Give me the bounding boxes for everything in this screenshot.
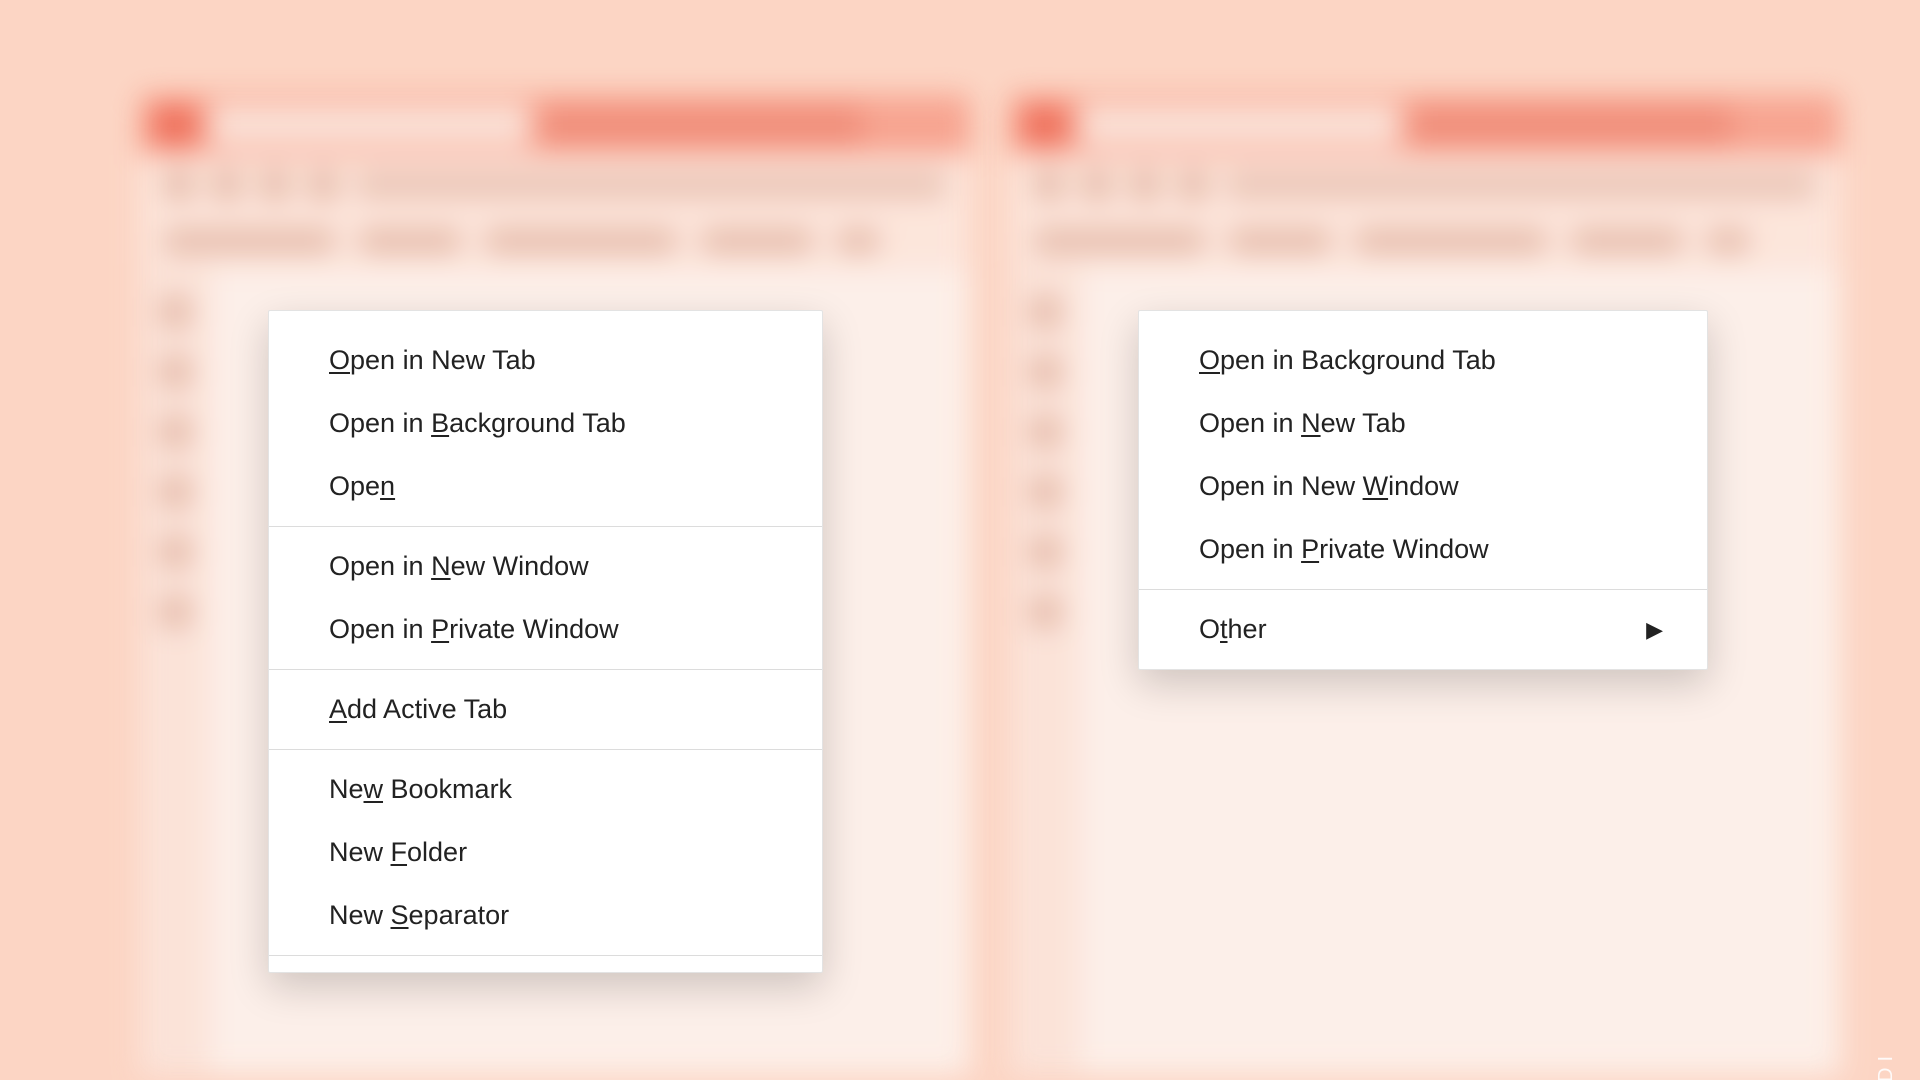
bookmark-item xyxy=(702,230,812,252)
bookmark-item xyxy=(1034,230,1204,252)
bookmarks-bar xyxy=(1010,215,1840,267)
tab xyxy=(1080,105,1400,145)
bookmark-item xyxy=(1356,230,1546,252)
menu-item-open-new-window[interactable]: Open in New Window xyxy=(269,535,822,598)
panel-history-icon xyxy=(1030,417,1060,447)
menu-item-open-background-tab[interactable]: Open in Background Tab xyxy=(1139,329,1707,392)
bookmark-item xyxy=(1708,230,1748,252)
tab xyxy=(210,105,530,145)
panel-add-icon xyxy=(1030,597,1060,627)
menu-item-open[interactable]: Open xyxy=(269,455,822,518)
address-bar xyxy=(1010,155,1840,215)
panel-notes-icon xyxy=(160,477,190,507)
bookmark-item xyxy=(486,230,676,252)
panel-bookmarks-icon xyxy=(160,297,190,327)
panel-notes-icon xyxy=(1030,477,1060,507)
menu-separator xyxy=(269,955,822,956)
tab-strip xyxy=(1010,95,1840,155)
menu-item-open-new-tab[interactable]: Open in New Tab xyxy=(1139,392,1707,455)
context-menu-left: Open in New Tab Open in Background Tab O… xyxy=(268,310,823,973)
side-panel xyxy=(140,267,210,1075)
panel-history-icon xyxy=(160,417,190,447)
menu-item-add-active-tab[interactable]: Add Active Tab xyxy=(269,678,822,741)
menu-separator xyxy=(269,526,822,527)
panel-bookmarks-icon xyxy=(1030,297,1060,327)
back-icon xyxy=(164,170,194,200)
menu-item-new-folder[interactable]: New Folder xyxy=(269,821,822,884)
menu-item-other-submenu[interactable]: Other ▶ xyxy=(1139,598,1707,661)
address-bar xyxy=(140,155,970,215)
home-icon xyxy=(308,170,338,200)
panel-downloads-icon xyxy=(1030,357,1060,387)
panel-window-icon xyxy=(1030,537,1060,567)
menu-item-open-new-tab[interactable]: Open in New Tab xyxy=(269,329,822,392)
menu-separator xyxy=(269,669,822,670)
bookmarks-bar xyxy=(140,215,970,267)
url-field xyxy=(1226,172,1816,198)
reload-icon xyxy=(260,170,290,200)
panel-window-icon xyxy=(160,537,190,567)
bookmark-item xyxy=(1572,230,1682,252)
submenu-arrow-icon: ▶ xyxy=(1646,619,1663,641)
vivaldi-watermark: ▷ VIVALDI xyxy=(1875,1050,1898,1080)
menu-separator xyxy=(1139,589,1707,590)
tab-active xyxy=(1412,105,1732,145)
home-icon xyxy=(1178,170,1208,200)
bookmark-item xyxy=(360,230,460,252)
side-panel xyxy=(1010,267,1080,1075)
menu-item-new-separator[interactable]: New Separator xyxy=(269,884,822,947)
menu-item-open-private-window[interactable]: Open in Private Window xyxy=(1139,518,1707,581)
back-icon xyxy=(1034,170,1064,200)
bookmark-item xyxy=(838,230,878,252)
bookmark-item xyxy=(1230,230,1330,252)
menu-item-open-new-window[interactable]: Open in New Window xyxy=(1139,455,1707,518)
menu-item-open-private-window[interactable]: Open in Private Window xyxy=(269,598,822,661)
context-menu-right: Open in Background Tab Open in New Tab O… xyxy=(1138,310,1708,670)
tab-strip xyxy=(140,95,970,155)
url-field xyxy=(356,172,946,198)
tab-active xyxy=(542,105,862,145)
forward-icon xyxy=(1082,170,1112,200)
vivaldi-button-icon xyxy=(1022,105,1068,145)
bookmark-item xyxy=(164,230,334,252)
watermark-text: VIVALDI xyxy=(1875,1050,1898,1080)
reload-icon xyxy=(1130,170,1160,200)
menu-item-open-background-tab[interactable]: Open in Background Tab xyxy=(269,392,822,455)
panel-downloads-icon xyxy=(160,357,190,387)
forward-icon xyxy=(212,170,242,200)
menu-separator xyxy=(269,749,822,750)
menu-item-new-bookmark[interactable]: New Bookmark xyxy=(269,758,822,821)
vivaldi-button-icon xyxy=(152,105,198,145)
panel-add-icon xyxy=(160,597,190,627)
